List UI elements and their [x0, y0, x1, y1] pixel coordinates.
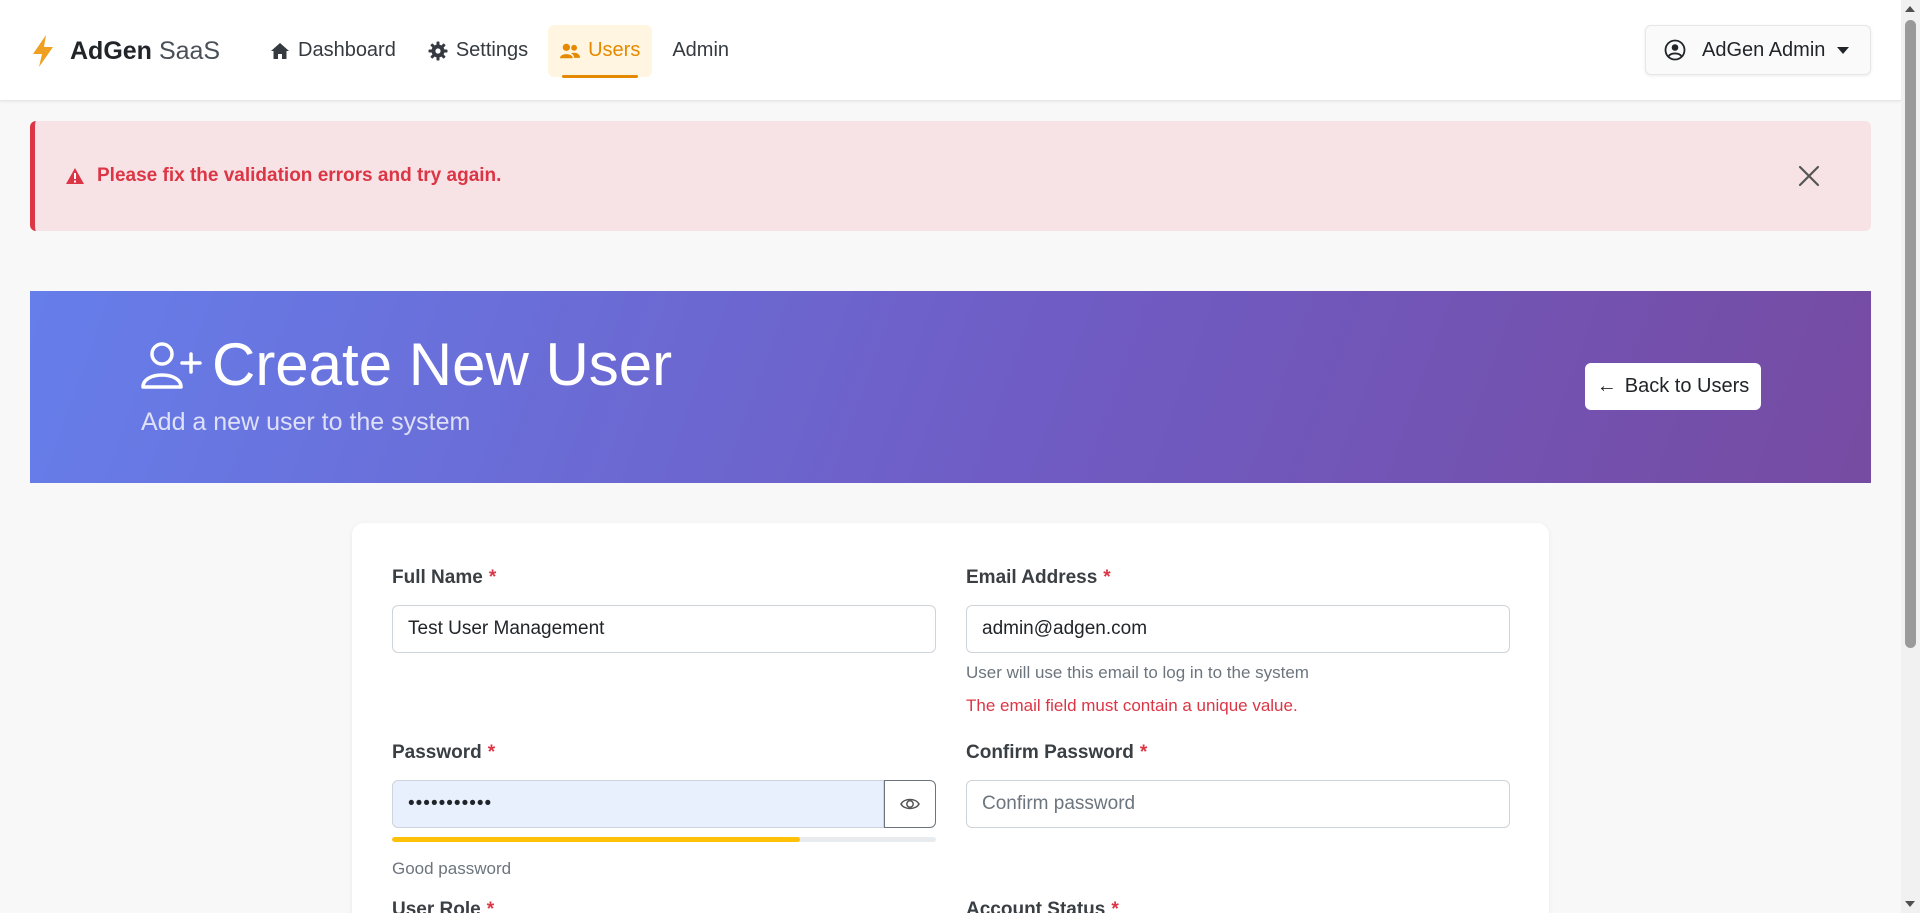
required-marker: * [487, 742, 496, 763]
user-role-label: User Role * [392, 899, 494, 913]
back-to-users-button[interactable]: ← Back to Users [1585, 363, 1761, 410]
user-role-label-text: User Role [392, 899, 481, 913]
nav-users[interactable]: Users [548, 24, 653, 78]
email-help-text: User will use this email to log in to th… [966, 663, 1309, 682]
nav-settings-label: Settings [455, 39, 529, 61]
page-title: Create New User [140, 335, 672, 395]
alert-message: Please fix the validation errors and try… [97, 165, 502, 186]
home-icon [271, 42, 289, 59]
user-plus-icon [141, 342, 202, 389]
page-header-banner: Create New User Add a new user to the sy… [30, 291, 1871, 483]
full-name-label-text: Full Name [392, 567, 483, 588]
page-subtitle: Add a new user to the system [141, 408, 471, 436]
gear-icon [428, 41, 448, 60]
user-menu-label: AdGen Admin [1702, 38, 1826, 61]
password-input[interactable] [392, 780, 884, 828]
close-icon[interactable] [1795, 162, 1823, 190]
toggle-password-visibility-button[interactable] [884, 780, 936, 828]
full-name-input[interactable] [392, 605, 936, 653]
top-navbar: AdGen SaaS Dashboard Settings Users Admi… [0, 0, 1901, 101]
email-label-text: Email Address [966, 567, 1098, 588]
account-status-label: Account Status * [966, 899, 1119, 913]
nav-dashboard-label: Dashboard [298, 39, 396, 61]
email-label: Email Address * [966, 567, 1111, 589]
nav-users-label: Users [588, 39, 641, 61]
arrow-left-icon: ← [1596, 375, 1617, 397]
page-title-text: Create New User [212, 331, 673, 398]
nav-dashboard[interactable]: Dashboard [258, 25, 408, 77]
scrollbar-thumb[interactable] [1905, 20, 1916, 648]
brand-name: AdGen [70, 36, 152, 65]
full-name-label: Full Name * [392, 567, 496, 589]
brand-suffix: SaaS [158, 36, 221, 65]
user-menu-dropdown[interactable]: AdGen Admin [1645, 25, 1871, 75]
required-marker: * [1111, 899, 1119, 913]
scroll-up-icon[interactable] [1905, 6, 1915, 12]
confirm-password-input[interactable] [966, 780, 1510, 828]
back-to-users-label: Back to Users [1624, 375, 1750, 397]
account-status-label-text: Account Status [966, 899, 1106, 913]
password-strength-label: Good password [392, 859, 512, 878]
nav-admin-label: Admin [672, 39, 730, 61]
required-marker: * [486, 899, 495, 913]
bolt-icon [33, 35, 53, 67]
nav-settings[interactable]: Settings [416, 25, 540, 77]
user-circle-icon [1664, 39, 1686, 61]
required-marker: * [1103, 567, 1111, 588]
confirm-password-label-text: Confirm Password [966, 742, 1134, 763]
password-label-text: Password [392, 742, 482, 763]
email-error-text: The email field must contain a unique va… [966, 696, 1298, 715]
brand-logo[interactable]: AdGen SaaS [30, 34, 220, 68]
validation-alert: Please fix the validation errors and try… [30, 121, 1871, 231]
password-strength-fill [392, 837, 800, 842]
main-nav: Dashboard Settings Users Admin [258, 0, 749, 101]
warning-triangle-icon [66, 168, 84, 184]
eye-icon [900, 798, 920, 810]
users-icon [560, 43, 581, 58]
chevron-down-icon [1837, 46, 1850, 54]
required-marker: * [488, 567, 497, 588]
password-strength-meter [392, 837, 936, 842]
page-scrollbar[interactable] [1901, 0, 1920, 913]
confirm-password-label: Confirm Password * [966, 742, 1147, 764]
nav-admin[interactable]: Admin [660, 25, 741, 77]
email-input[interactable] [966, 605, 1510, 653]
scroll-down-icon[interactable] [1905, 901, 1915, 907]
required-marker: * [1139, 742, 1148, 763]
password-label: Password * [392, 742, 495, 764]
page: AdGen SaaS Dashboard Settings Users Admi… [0, 0, 1920, 913]
create-user-form: Full Name* Email Address* User will use … [352, 523, 1549, 913]
